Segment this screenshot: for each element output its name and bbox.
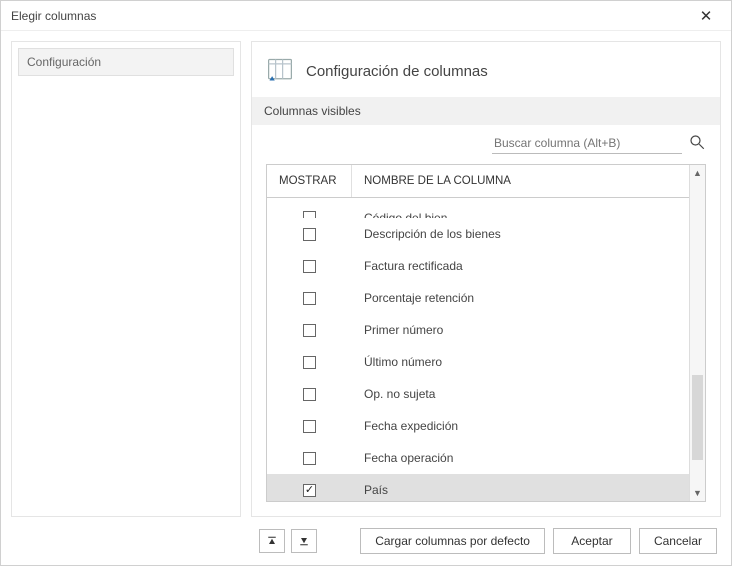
- row-label: Código del bien: [352, 211, 689, 218]
- table-row[interactable]: Descripción de los bienes: [267, 218, 689, 250]
- vertical-scrollbar[interactable]: ▲ ▼: [689, 165, 705, 501]
- table-row[interactable]: Código del bien: [267, 198, 689, 218]
- row-checkbox[interactable]: [303, 484, 316, 497]
- row-checkbox[interactable]: [303, 324, 316, 337]
- search-icon[interactable]: [688, 133, 706, 154]
- row-label: País: [352, 483, 689, 497]
- row-checkbox[interactable]: [303, 260, 316, 273]
- row-checkbox[interactable]: [303, 452, 316, 465]
- cancel-button[interactable]: Cancelar: [639, 528, 717, 554]
- close-icon[interactable]: ✕: [691, 7, 721, 25]
- row-checkbox[interactable]: [303, 356, 316, 369]
- table-row[interactable]: Fecha expedición: [267, 410, 689, 442]
- table-row[interactable]: Factura rectificada: [267, 250, 689, 282]
- scroll-down-icon[interactable]: ▼: [690, 485, 705, 501]
- move-bottom-button[interactable]: [291, 529, 317, 553]
- category-sidebar: Configuración: [11, 41, 241, 517]
- accept-button[interactable]: Aceptar: [553, 528, 631, 554]
- row-checkbox[interactable]: [303, 388, 316, 401]
- scroll-up-icon[interactable]: ▲: [690, 165, 705, 181]
- columns-icon: [266, 56, 294, 87]
- row-checkbox[interactable]: [303, 420, 316, 433]
- row-label: Primer número: [352, 323, 689, 337]
- move-top-button[interactable]: [259, 529, 285, 553]
- row-checkbox[interactable]: [303, 211, 316, 218]
- table-row[interactable]: Porcentaje retención: [267, 282, 689, 314]
- row-label: Op. no sujeta: [352, 387, 689, 401]
- row-label: Fecha expedición: [352, 419, 689, 433]
- row-checkbox[interactable]: [303, 292, 316, 305]
- table-row[interactable]: País: [267, 474, 689, 501]
- table-row[interactable]: Primer número: [267, 314, 689, 346]
- row-label: Último número: [352, 355, 689, 369]
- table-row[interactable]: Fecha operación: [267, 442, 689, 474]
- window-title: Elegir columnas: [11, 9, 691, 23]
- row-label: Descripción de los bienes: [352, 227, 689, 241]
- row-label: Fecha operación: [352, 451, 689, 465]
- table-row[interactable]: Op. no sujeta: [267, 378, 689, 410]
- column-header-nombre[interactable]: Nombre de la columna: [352, 165, 689, 197]
- column-header-mostrar[interactable]: Mostrar: [267, 165, 352, 197]
- scroll-thumb[interactable]: [692, 375, 703, 460]
- section-visible-columns: Columnas visibles: [252, 97, 720, 125]
- row-label: Factura rectificada: [352, 259, 689, 273]
- search-input[interactable]: [492, 133, 682, 154]
- row-label: Porcentaje retención: [352, 291, 689, 305]
- panel-title: Configuración de columnas: [306, 63, 488, 80]
- row-checkbox[interactable]: [303, 228, 316, 241]
- table-row[interactable]: Último número: [267, 346, 689, 378]
- load-defaults-button[interactable]: Cargar columnas por defecto: [360, 528, 545, 554]
- sidebar-item-configuracion[interactable]: Configuración: [18, 48, 234, 76]
